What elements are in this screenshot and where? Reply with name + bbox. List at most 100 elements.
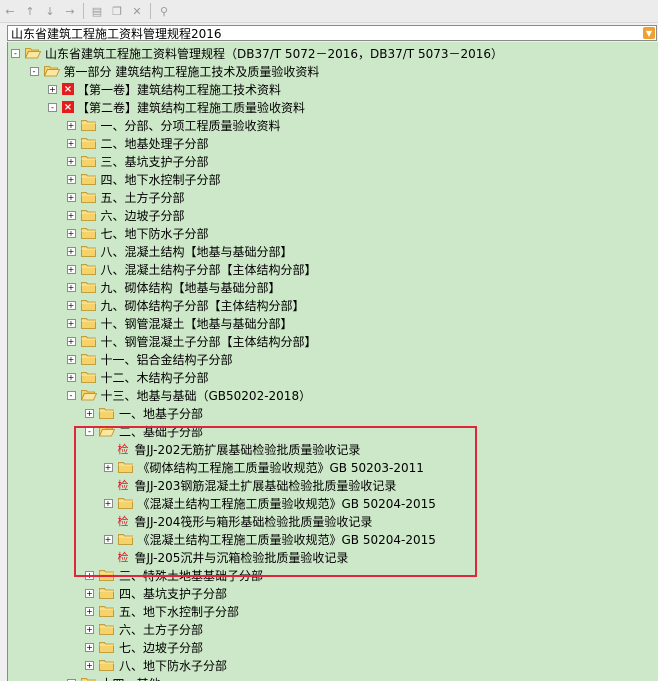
folder-icon [80,228,96,239]
expand-icon[interactable]: + [66,282,76,292]
expand-icon[interactable]: + [48,84,57,94]
expand-icon[interactable]: + [103,534,113,544]
expand-icon[interactable]: + [66,246,76,256]
tree-item[interactable]: + 十、钢管混凝土【地基与基础分部】 [66,314,293,332]
spec-selector[interactable]: 山东省建筑工程施工资料管理规程2016 ▼ [7,25,657,41]
expand-icon[interactable]: + [66,300,76,310]
expand-icon[interactable]: + [103,462,113,472]
tree-item[interactable]: + 九、砌体结构子分部【主体结构分部】 [66,296,305,314]
tree-item[interactable]: - × 【第二卷】建筑结构工程施工质量验收资料 [48,98,305,116]
tree-item[interactable]: 检鲁JJ-202无筋扩展基础检验批质量验收记录 [104,440,361,458]
expand-icon[interactable]: + [66,210,76,220]
tree-item[interactable]: + 六、土方子分部 [85,620,203,638]
folder-icon [99,624,115,635]
tree-item[interactable]: + 五、地下水控制子分部 [85,602,239,620]
folder-icon [99,570,115,581]
expand-icon[interactable]: + [85,606,94,616]
tree-item-label: 二、地基处理子分部 [100,136,209,151]
expand-icon[interactable]: + [85,588,94,598]
tree-item-label: 十、钢管混凝土子分部【主体结构分部】 [100,334,317,349]
volume-icon: × [62,83,74,95]
tree-item[interactable]: + × 【第一卷】建筑结构工程施工技术资料 [48,80,281,98]
tree-item[interactable]: + 七、地下防水子分部 [66,224,209,242]
volume-icon: × [62,101,74,113]
tree-item-label: 五、土方子分部 [100,190,185,205]
tree-item[interactable]: + 六、边坡子分部 [66,206,185,224]
tree-item[interactable]: + 一、地基子分部 [85,404,203,422]
tree-item-label: 十三、地基与基础（GB50202-2018） [100,388,312,403]
tree-item[interactable]: - 十三、地基与基础（GB50202-2018） [66,386,312,404]
tree-item[interactable]: + 八、混凝土结构子分部【主体结构分部】 [66,260,317,278]
expand-icon[interactable]: + [66,192,76,202]
tree-item[interactable]: + 《砌体结构工程施工质量验收规范》GB 50203-2011 [103,458,424,476]
forward-arrow-icon[interactable]: → [60,1,80,21]
tree-item-label: 五、地下水控制子分部 [119,604,240,619]
folder-icon [117,462,133,473]
folder-icon [80,318,96,329]
up-arrow-icon[interactable]: ↑ [20,1,40,21]
expand-icon[interactable]: + [66,354,76,364]
tree-item[interactable]: + 《混凝土结构工程施工质量验收规范》GB 50204-2015 [103,494,436,512]
tree-item-label: 八、混凝土结构子分部【主体结构分部】 [100,262,317,277]
expand-icon[interactable]: + [103,498,113,508]
tree-item[interactable]: + 三、基坑支护子分部 [66,152,209,170]
tree-item[interactable]: + 八、混凝土结构【地基与基础分部】 [66,242,293,260]
folder-open-icon [99,426,115,437]
delete-icon[interactable]: ✕ [127,1,147,21]
back-arrow-icon[interactable]: ← [0,1,20,21]
toolbar-separator [150,3,151,19]
folder-icon [99,588,115,599]
collapse-icon[interactable]: - [29,66,39,76]
expand-icon[interactable]: + [66,156,76,166]
tree-item[interactable]: 检鲁JJ-203钢筋混凝土扩展基础检验批质量验收记录 [104,476,397,494]
document-tree[interactable]: - 山东省建筑工程施工资料管理规程（DB37/T 5072－2016，DB37/T… [7,42,658,681]
collapse-icon[interactable]: - [66,390,76,400]
expand-icon[interactable]: + [66,138,76,148]
new-doc-icon[interactable]: ▤ [87,1,107,21]
tree-item[interactable]: + 二、地基处理子分部 [66,134,209,152]
collapse-icon[interactable]: - [48,102,57,112]
tree-item[interactable]: + 十一、铝合金结构子分部 [66,350,233,368]
expand-icon[interactable]: + [66,264,76,274]
tree-item[interactable]: + 八、地下防水子分部 [85,656,227,674]
tree-item[interactable]: + 五、土方子分部 [66,188,185,206]
filter-icon[interactable]: ⚲ [154,1,174,21]
tree-item[interactable]: + 一、分部、分项工程质量验收资料 [66,116,281,134]
expand-icon[interactable]: + [85,408,94,418]
tree-item[interactable]: - 第一部分 建筑结构工程施工技术及质量验收资料 [29,62,319,80]
tree-item[interactable]: - 二、基础子分部 [85,422,203,440]
copy-icon[interactable]: ❐ [107,1,127,21]
tree-item[interactable]: + 七、边坡子分部 [85,638,203,656]
expand-icon[interactable]: + [66,336,76,346]
expand-icon[interactable]: + [85,642,94,652]
expand-icon[interactable]: + [85,660,94,670]
tree-item-label: 鲁JJ-202无筋扩展基础检验批质量验收记录 [134,442,361,457]
expand-icon[interactable]: + [85,570,94,580]
tree-item[interactable]: + 《混凝土结构工程施工质量验收规范》GB 50204-2015 [103,530,436,548]
expand-icon[interactable]: + [66,174,76,184]
tree-item[interactable]: 检鲁JJ-204筏形与箱形基础检验批质量验收记录 [104,512,373,530]
expand-icon[interactable]: + [66,372,76,382]
tree-item[interactable]: + 十、钢管混凝土子分部【主体结构分部】 [66,332,317,350]
folder-open-icon [25,48,41,59]
tree-item[interactable]: + 四、基坑支护子分部 [85,584,227,602]
tree-item[interactable]: + 四、地下水控制子分部 [66,170,221,188]
expand-icon[interactable]: + [85,624,94,634]
tree-item[interactable]: + 三、特殊土地基基础子分部 [85,566,263,584]
tree-item[interactable]: 检鲁JJ-205沉井与沉箱检验批质量验收记录 [104,548,349,566]
tree-item-label: 八、地下防水子分部 [119,658,228,673]
tree-item[interactable]: - 山东省建筑工程施工资料管理规程（DB37/T 5072－2016，DB37/T… [11,44,503,62]
folder-icon [99,660,115,671]
folder-icon [99,606,115,617]
down-arrow-icon[interactable]: ↓ [40,1,60,21]
tree-item[interactable]: +十四、其他 [66,674,161,681]
expand-icon[interactable]: + [66,228,76,238]
tree-item[interactable]: + 九、砌体结构【地基与基础分部】 [66,278,281,296]
chevron-down-icon[interactable]: ▼ [643,27,655,39]
expand-icon[interactable]: + [66,120,76,130]
collapse-icon[interactable]: - [85,426,94,436]
folder-icon [80,210,96,221]
tree-item[interactable]: + 十二、木结构子分部 [66,368,209,386]
collapse-icon[interactable]: - [11,48,20,58]
expand-icon[interactable]: + [66,318,76,328]
